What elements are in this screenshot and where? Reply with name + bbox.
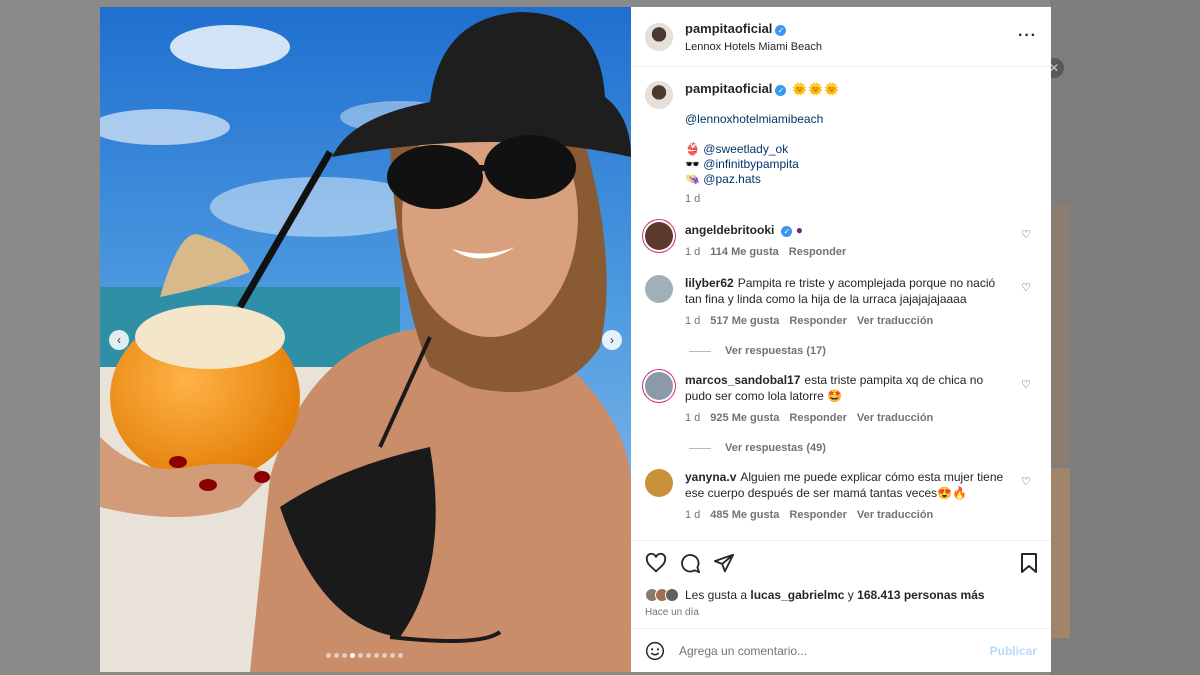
heart-icon[interactable]: ♡ bbox=[1021, 281, 1031, 294]
heart-icon[interactable]: ♡ bbox=[1021, 378, 1031, 391]
avatar[interactable] bbox=[645, 222, 673, 250]
verified-icon: ✓ bbox=[775, 25, 787, 36]
chevron-left-icon[interactable]: ‹ bbox=[109, 330, 129, 350]
comment-likes[interactable]: 517 Me gusta bbox=[710, 313, 779, 329]
credit-line: 👒 @paz.hats bbox=[685, 172, 840, 187]
liker-avatars bbox=[645, 588, 679, 602]
comment-likes[interactable]: 114 Me gusta bbox=[710, 244, 778, 260]
avatar bbox=[665, 588, 679, 602]
comment-time: 1 d bbox=[685, 412, 701, 424]
likes-user[interactable]: lucas_gabrielmc bbox=[750, 588, 844, 602]
avatar[interactable] bbox=[645, 81, 673, 109]
posted-time: Hace un día bbox=[645, 607, 699, 618]
caption: pampitaoficial ✓ 🌞🌞🌞 @lennoxhotelmiamibeac… bbox=[645, 81, 1035, 207]
mention-credit[interactable]: @paz.hats bbox=[703, 172, 761, 186]
carousel-dot bbox=[366, 653, 371, 658]
mention-credit[interactable]: @sweetlady_ok bbox=[703, 142, 788, 156]
likes-others[interactable]: 168.413 personas más bbox=[857, 588, 984, 602]
heart-icon[interactable]: ♡ bbox=[1021, 475, 1031, 488]
comment-username[interactable]: lilyber62 bbox=[685, 276, 734, 290]
post-modal: ‹ › pampitaoficial ✓ Lennox Hotels Miami … bbox=[100, 7, 1051, 672]
caption-emojis: 🌞🌞🌞 bbox=[792, 82, 841, 96]
comment-time: 1 d bbox=[685, 246, 701, 258]
photo-illustration bbox=[100, 7, 631, 672]
mention-hotel[interactable]: @lennoxhotelmiamibeach bbox=[685, 112, 840, 127]
caption-time: 1 d bbox=[685, 193, 701, 205]
background-feed bbox=[1050, 0, 1200, 675]
heart-icon[interactable]: ♡ bbox=[1021, 228, 1031, 241]
translate-button[interactable]: Ver traducción bbox=[857, 410, 933, 426]
avatar[interactable] bbox=[645, 22, 673, 51]
heart-icon[interactable] bbox=[645, 552, 667, 574]
post-header: pampitaoficial ✓ Lennox Hotels Miami Beac… bbox=[631, 7, 1051, 67]
comment-composer: Publicar bbox=[631, 628, 1051, 672]
bikini-emoji: 👙 bbox=[685, 142, 700, 156]
carousel-dot bbox=[334, 653, 339, 658]
post-photo: ‹ › bbox=[100, 7, 631, 672]
comment-time: 1 d bbox=[685, 315, 701, 327]
view-replies-button[interactable]: Ver respuestas (17) bbox=[689, 345, 1035, 357]
reply-button[interactable]: Responder bbox=[789, 410, 846, 426]
avatar[interactable] bbox=[645, 469, 673, 497]
action-bar bbox=[631, 540, 1051, 584]
avatar[interactable] bbox=[645, 372, 673, 400]
comment: lilyber62 Pampita re triste y acomplejada… bbox=[645, 275, 1035, 329]
translate-button[interactable]: Ver traducción bbox=[857, 507, 933, 523]
comment-username[interactable]: yanyna.v bbox=[685, 470, 736, 484]
comment-icon[interactable] bbox=[679, 552, 701, 574]
carousel-dot bbox=[398, 653, 403, 658]
location-link[interactable]: Lennox Hotels Miami Beach bbox=[685, 41, 822, 53]
caption-username[interactable]: pampitaoficial bbox=[685, 81, 772, 96]
verified-icon: ✓ bbox=[781, 226, 793, 237]
credit-line: 🕶️ @infinitbypampita bbox=[685, 157, 840, 172]
replies-line bbox=[689, 350, 711, 352]
sunglasses-emoji: 🕶️ bbox=[685, 157, 700, 171]
mention-credit[interactable]: @infinitbypampita bbox=[703, 157, 799, 171]
view-replies-label: Ver respuestas (49) bbox=[725, 442, 826, 454]
reply-button[interactable]: Responder bbox=[789, 313, 846, 329]
bookmark-icon[interactable] bbox=[1019, 552, 1039, 574]
reply-button[interactable]: Responder bbox=[789, 244, 846, 260]
carousel-dot bbox=[390, 653, 395, 658]
comment-badge-icon: ● bbox=[795, 223, 803, 237]
share-icon[interactable] bbox=[713, 552, 735, 574]
carousel-dot bbox=[326, 653, 331, 658]
comment: marcos_sandobal17 esta triste pampita xq … bbox=[645, 372, 1035, 426]
chevron-right-icon[interactable]: › bbox=[602, 330, 622, 350]
comment-input[interactable] bbox=[679, 643, 990, 658]
comments-list: pampitaoficial ✓ 🌞🌞🌞 @lennoxhotelmiamibeac… bbox=[631, 67, 1051, 540]
comment-likes[interactable]: 485 Me gusta bbox=[710, 507, 779, 523]
carousel-dot bbox=[382, 653, 387, 658]
avatar[interactable] bbox=[645, 275, 673, 303]
header-username[interactable]: pampitaoficial bbox=[685, 21, 772, 36]
view-replies-label: Ver respuestas (17) bbox=[725, 345, 826, 357]
carousel-dot bbox=[374, 653, 379, 658]
background-thumbnail bbox=[1050, 205, 1070, 465]
reply-button[interactable]: Responder bbox=[789, 507, 846, 523]
verified-icon: ✓ bbox=[775, 85, 787, 96]
carousel-dot bbox=[342, 653, 347, 658]
replies-line bbox=[689, 447, 711, 449]
post-sidebar: pampitaoficial ✓ Lennox Hotels Miami Beac… bbox=[631, 7, 1051, 672]
credit-line: 👙 @sweetlady_ok bbox=[685, 142, 840, 157]
comment: yanyna.v Alguien me puede explicar cómo e… bbox=[645, 469, 1035, 523]
comment-username[interactable]: marcos_sandobal17 bbox=[685, 373, 800, 387]
more-icon[interactable]: ··· bbox=[1018, 27, 1037, 45]
hat-emoji: 👒 bbox=[685, 172, 700, 186]
translate-button[interactable]: Ver traducción bbox=[857, 313, 933, 329]
comment-likes[interactable]: 925 Me gusta bbox=[710, 410, 779, 426]
comment: angeldebritooki ✓ ● 1 d 114 Me gusta Respon… bbox=[645, 222, 1035, 260]
carousel-dot bbox=[350, 653, 355, 658]
comment-username[interactable]: angeldebritooki bbox=[685, 223, 774, 237]
likes-connector: y bbox=[847, 588, 854, 602]
publish-button[interactable]: Publicar bbox=[990, 644, 1037, 658]
comment-time: 1 d bbox=[685, 509, 701, 521]
view-replies-button[interactable]: Ver respuestas (49) bbox=[689, 442, 1035, 454]
likes-prefix: Les gusta a bbox=[685, 588, 748, 602]
carousel-dot bbox=[358, 653, 363, 658]
background-thumbnail bbox=[1050, 468, 1070, 638]
emoji-icon[interactable] bbox=[645, 641, 665, 661]
carousel-dots bbox=[326, 653, 403, 658]
likes-summary: Les gusta a lucas_gabrielmc y 168.413 pe… bbox=[631, 584, 1051, 606]
